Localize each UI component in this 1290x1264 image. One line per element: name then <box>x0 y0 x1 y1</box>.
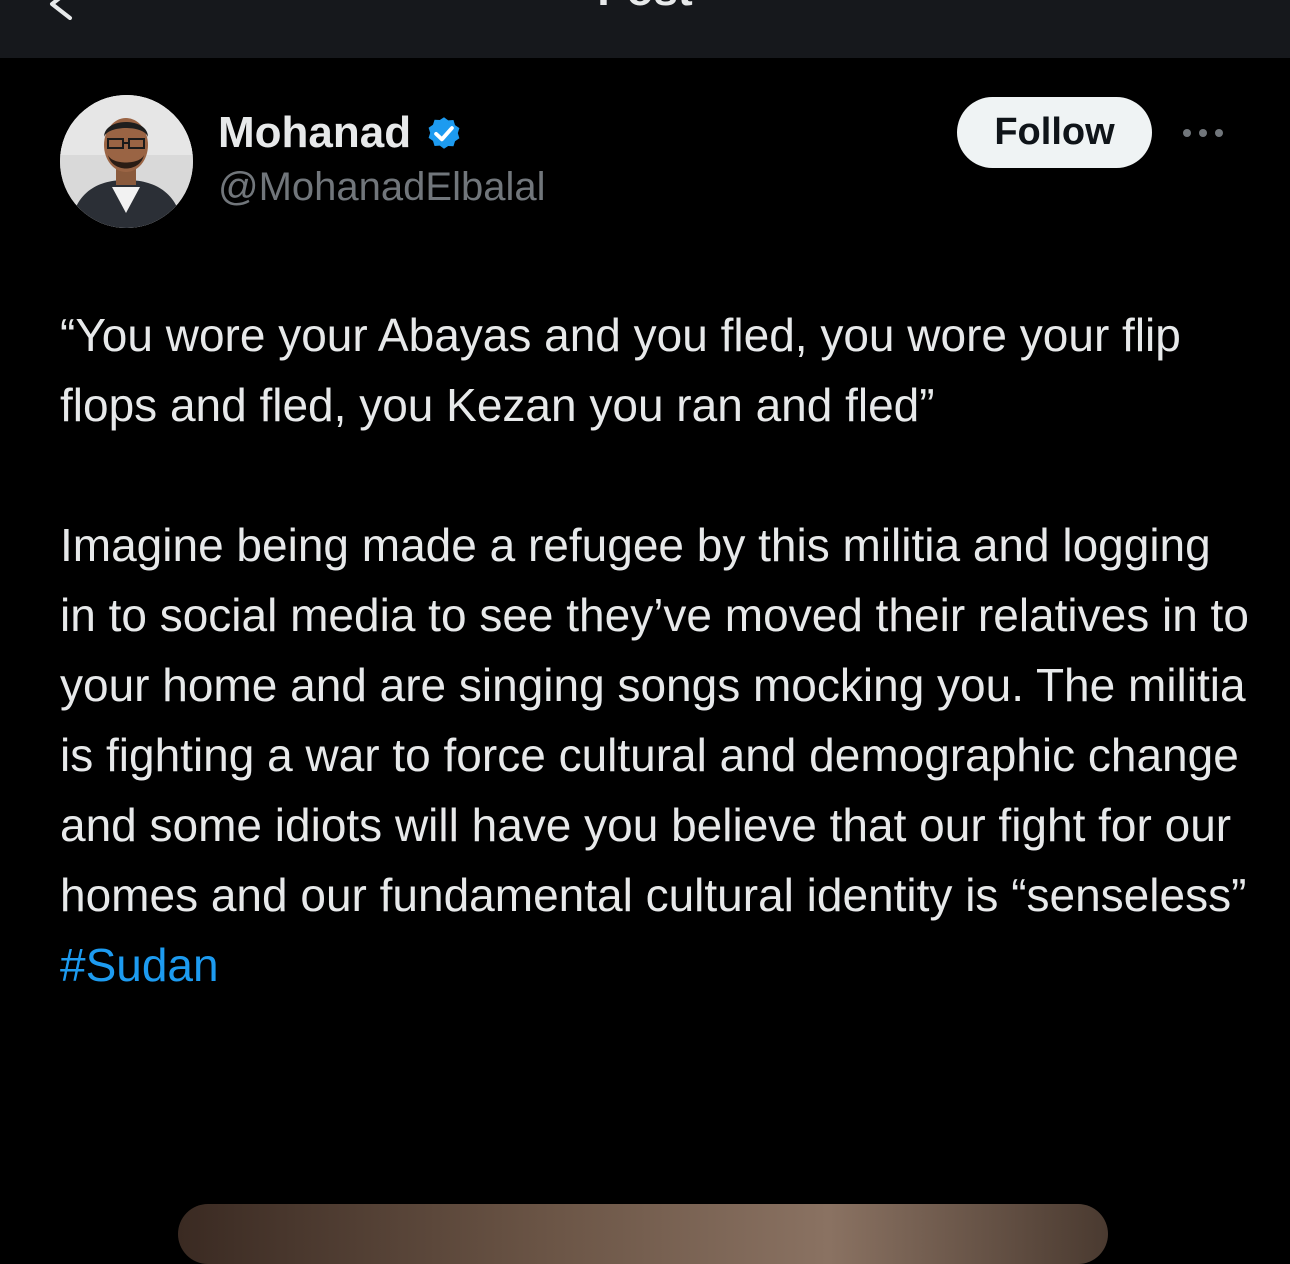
author-name-row[interactable]: Mohanad <box>218 108 465 158</box>
avatar[interactable] <box>60 95 193 228</box>
follow-button[interactable]: Follow <box>957 97 1152 168</box>
author-name[interactable]: Mohanad <box>218 108 411 158</box>
verified-badge-icon[interactable] <box>423 112 465 154</box>
more-options-icon[interactable] <box>1178 118 1228 148</box>
page-title: Post <box>0 0 1290 16</box>
top-bar: Post <box>0 0 1290 58</box>
post-media[interactable] <box>178 1204 1108 1264</box>
author-handle[interactable]: @MohanadElbalal <box>218 165 545 210</box>
post-paragraph: Imagine being made a refugee by this mil… <box>60 519 1249 921</box>
avatar-photo <box>60 95 193 228</box>
post-paragraph: “You wore your Abayas and you fled, you … <box>60 309 1181 431</box>
post-text: “You wore your Abayas and you fled, you … <box>60 300 1250 1000</box>
hashtag-link[interactable]: #Sudan <box>60 939 219 991</box>
